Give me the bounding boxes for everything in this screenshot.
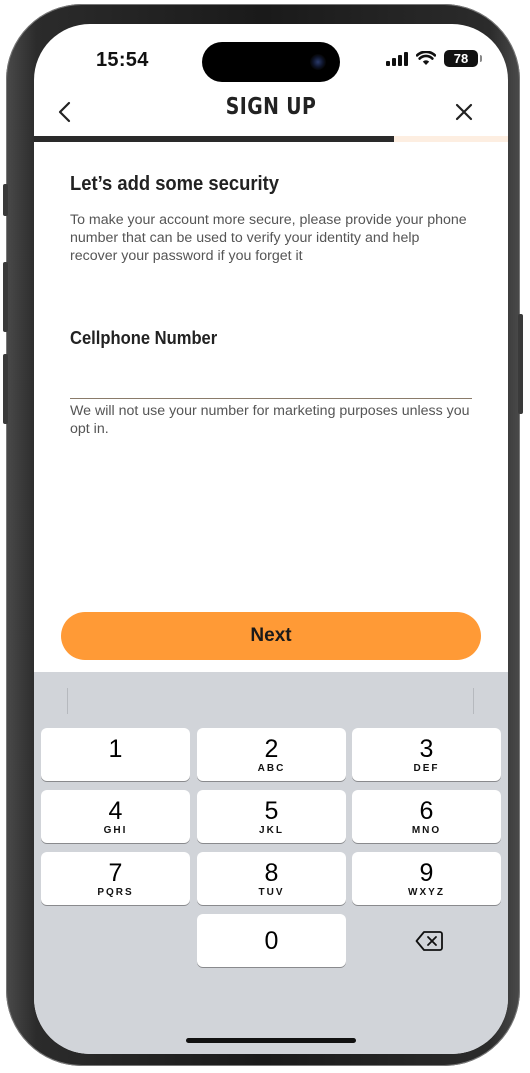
key-digit: 4 [108, 797, 123, 825]
power-button [518, 314, 523, 414]
key-digit: 5 [264, 797, 279, 825]
key-digit: 1 [108, 735, 123, 763]
progress-bar [34, 136, 508, 142]
next-button[interactable]: Next [61, 612, 481, 660]
key-digit: 6 [419, 797, 434, 825]
key-2[interactable]: 2 ABC [197, 728, 346, 781]
home-indicator [186, 1038, 356, 1043]
close-icon[interactable] [450, 98, 478, 126]
key-1[interactable]: 1 [41, 728, 190, 781]
phone-field-label: Cellphone Number [70, 328, 218, 348]
key-letters: DEF [413, 763, 440, 774]
key-3[interactable]: 3 DEF [352, 728, 501, 781]
keyboard-divider [473, 688, 474, 714]
key-digit: 9 [419, 859, 434, 887]
key-5[interactable]: 5 JKL [197, 790, 346, 843]
key-digit: 7 [108, 859, 123, 887]
key-7[interactable]: 7 PQRS [41, 852, 190, 905]
section-description: To make your account more secure, please… [70, 212, 467, 264]
key-letters: WXYZ [408, 887, 445, 898]
progress-fill [34, 136, 395, 142]
key-8[interactable]: 8 TUV [197, 852, 346, 905]
key-digit: 3 [419, 735, 434, 763]
key-letters: MNO [411, 825, 442, 836]
section-heading: Let’s add some security [70, 173, 279, 195]
key-digit: 8 [264, 859, 279, 887]
volume-up-button [3, 262, 8, 332]
action-button [3, 184, 8, 216]
cellular-signal-icon [386, 51, 408, 66]
key-9[interactable]: 9 WXYZ [352, 852, 501, 905]
key-4[interactable]: 4 GHI [41, 790, 190, 843]
marketing-hint: We will not use your number for marketin… [70, 403, 470, 437]
page-title: SIGN UP [225, 94, 317, 120]
status-indicators: 78 [386, 50, 482, 67]
volume-down-button [3, 354, 8, 424]
screen: 15:54 78 SIGN UP Let’s add some security… [34, 24, 508, 1054]
phone-number-input[interactable] [70, 364, 472, 399]
key-0[interactable]: 0 [197, 914, 346, 967]
phone-frame: 15:54 78 SIGN UP Let’s add some security… [3, 4, 523, 1066]
key-digit: 2 [264, 735, 279, 763]
key-letters: JKL [259, 825, 284, 836]
key-letters: ABC [257, 763, 286, 774]
wifi-icon [416, 51, 436, 65]
nav-bar: SIGN UP [34, 90, 508, 134]
keyboard-divider [67, 688, 68, 714]
key-digit: 0 [264, 927, 279, 955]
numeric-keypad: 1 2 ABC 3 DEF 4 GHI 5 JKL 6 MNO 7 PQRS 8… [34, 672, 508, 1054]
status-time: 15:54 [96, 49, 149, 71]
dynamic-island [202, 42, 340, 82]
key-letters: TUV [258, 887, 285, 898]
key-letters: PQRS [97, 887, 134, 898]
backspace-icon [415, 930, 443, 951]
delete-key[interactable] [379, 914, 479, 967]
battery-icon: 78 [444, 50, 482, 67]
camera-icon [310, 54, 326, 70]
key-letters: GHI [103, 825, 128, 836]
key-6[interactable]: 6 MNO [352, 790, 501, 843]
